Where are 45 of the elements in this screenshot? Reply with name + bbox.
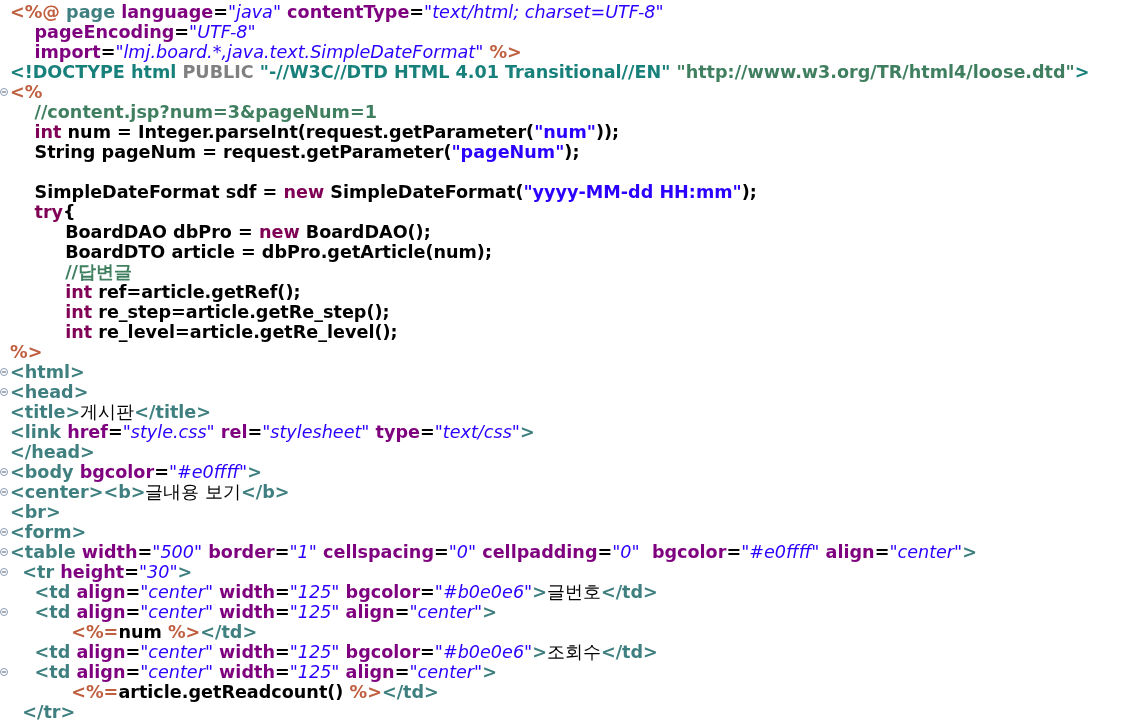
code-line: <body bgcolor="#e0ffff"> — [10, 462, 262, 482]
code-line: <center><b>글내용 보기</b> — [10, 482, 290, 502]
fold-icon[interactable] — [0, 608, 8, 616]
fold-icon[interactable] — [0, 468, 8, 476]
code-line: <head> — [10, 382, 89, 402]
fold-icon[interactable] — [0, 668, 8, 676]
code-line: <tr height="30"> — [21, 562, 193, 582]
code-line: <br> — [10, 502, 61, 522]
code-line: String pageNum = request.getParameter("pageNum"); — [33, 142, 580, 162]
code-line: <td align="center" width="125" bgcolor="#b0e0e6">글번호</td> — [33, 582, 658, 602]
code-line: <%=num %></td> — [70, 622, 258, 642]
code-line: try{ — [33, 202, 76, 222]
code-line: </tr> — [21, 702, 76, 722]
code-line: //답변글 — [64, 262, 132, 282]
code-line: <html> — [10, 362, 85, 382]
code-line: int ref=article.getRef(); — [64, 282, 301, 302]
code-line: <td align="center" width="125" align="center"> — [33, 662, 497, 682]
code-line: <link href="style.css" rel="stylesheet" type="text/css"> — [10, 422, 535, 442]
code-line: SimpleDateFormat sdf = new SimpleDateFormat("yyyy-MM-dd HH:mm"); — [33, 182, 757, 202]
code-line: BoardDAO dbPro = new BoardDAO(); — [64, 222, 431, 242]
code-line: int re_level=article.getRe_level(); — [64, 322, 398, 342]
code-line: BoardDTO article = dbPro.getArticle(num); — [64, 242, 492, 262]
code-line: //content.jsp?num=3&pageNum=1 — [33, 102, 377, 122]
fold-icon[interactable] — [0, 488, 8, 496]
code-line: %> — [10, 342, 43, 362]
code-line: <td align="center" width="125" align="center"> — [33, 602, 497, 622]
code-line: <td align="center" width="125" bgcolor="#b0e0e6">조회수</td> — [33, 642, 658, 662]
code-line: <%@ page language="java" contentType="text/html; charset=UTF-8" — [10, 2, 664, 22]
code-line: <% — [10, 82, 43, 102]
fold-icon[interactable] — [0, 88, 8, 96]
fold-icon[interactable] — [0, 568, 8, 576]
code-line: <%=article.getReadcount() %></td> — [70, 682, 439, 702]
code-line: import="lmj.board.*,java.text.SimpleDateFormat" %> — [33, 42, 522, 62]
fold-icon[interactable] — [0, 388, 8, 396]
code-line: <!DOCTYPE html PUBLIC "-//W3C//DTD HTML 4.01 Transitional//EN" "http://www.w3.org/TR/html4/loose.dtd"> — [10, 62, 1090, 82]
code-line: int num = Integer.parseInt(request.getParameter("num")); — [33, 122, 619, 142]
code-line: pageEncoding="UTF-8" — [33, 22, 256, 42]
fold-icon[interactable] — [0, 528, 8, 536]
code-line: </head> — [10, 442, 95, 462]
fold-icon[interactable] — [0, 548, 8, 556]
code-line: <title>게시판</title> — [10, 402, 212, 422]
code-line: int re_step=article.getRe_step(); — [64, 302, 390, 322]
code-line: <table width="500" border="1" cellspacing="0" cellpadding="0" bgcolor="#e0ffff" align="center"> — [10, 542, 977, 562]
code-line: <form> — [10, 522, 87, 542]
fold-icon[interactable] — [0, 368, 8, 376]
